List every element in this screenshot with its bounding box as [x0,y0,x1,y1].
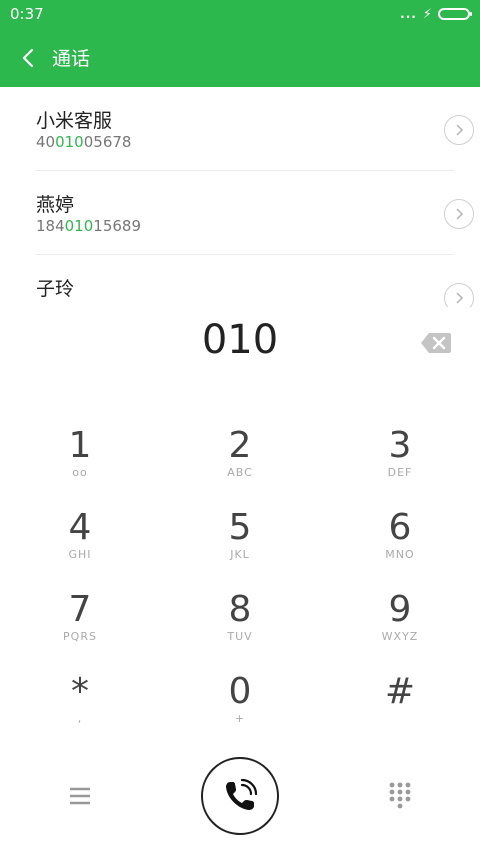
contact-item[interactable]: 燕婷 18401015689 [36,171,474,255]
chevron-right-circle-icon[interactable] [444,115,474,145]
backspace-icon[interactable] [420,331,452,355]
app-bar: 通话 [0,28,480,87]
key-2[interactable]: 2 ABC [160,412,320,494]
key-4[interactable]: 4 GHI [0,494,160,576]
battery-icon [438,8,472,20]
contact-name: 小米客服 [36,110,113,132]
contact-number: 18401015689 [36,217,141,235]
contact-item[interactable]: 子玲 [36,255,474,307]
status-bar: 0:37 ... ⚡ [0,0,480,28]
page-title: 通话 [52,48,91,70]
key-1[interactable]: 1 oo [0,412,160,494]
key-3[interactable]: 3 DEF [320,412,480,494]
key-6[interactable]: 6 MNO [320,494,480,576]
dialpad-icon[interactable] [384,780,416,812]
contact-item[interactable]: 小米客服 4001005678 [36,87,474,171]
key-8[interactable]: 8 TUV [160,576,320,658]
back-icon[interactable] [6,28,50,87]
key-hash[interactable]: # [320,658,480,740]
keypad: 1 oo 2 ABC 3 DEF 4 GHI 5 JKL 6 MNO 7 PQRS 8 TUV … [0,412,480,742]
dialed-number: 010 [201,317,279,363]
voicemail-icon: oo [72,466,88,479]
chevron-right-circle-icon[interactable] [444,283,474,307]
contact-number: 4001005678 [36,133,132,151]
key-9[interactable]: 9 WXYZ [320,576,480,658]
contact-name: 燕婷 [36,194,75,216]
status-dots: ... [400,7,417,21]
contact-name: 子玲 [36,278,75,300]
contact-list: 小米客服 4001005678 燕婷 18401015689 子玲 [0,87,480,307]
key-0[interactable]: 0 + [160,658,320,740]
phone-icon [226,778,258,810]
key-5[interactable]: 5 JKL [160,494,320,576]
charging-icon: ⚡ [422,6,432,22]
bottom-bar [0,752,480,842]
key-star[interactable]: *, [0,658,160,740]
status-icons: ... ⚡ [400,6,472,22]
dialed-row: 010 [0,307,480,387]
call-button[interactable] [201,757,279,835]
key-7[interactable]: 7 PQRS [0,576,160,658]
status-time: 0:37 [10,5,44,23]
chevron-right-circle-icon[interactable] [444,199,474,229]
menu-icon[interactable] [64,782,96,810]
